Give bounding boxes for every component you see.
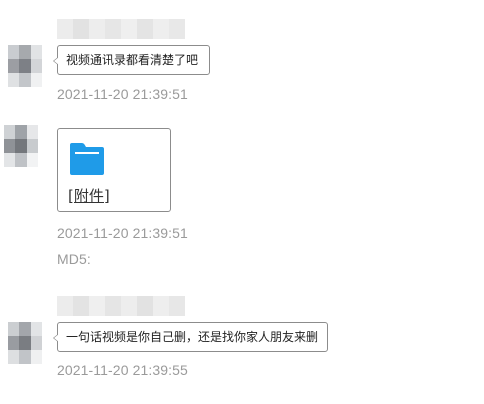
md5-label: MD5: [57,251,91,267]
message-bubble[interactable]: 一句话视频是你自己删，还是找你家人朋友来删 [53,322,328,352]
message-timestamp: 2021-11-20 21:39:51 [57,86,188,102]
folder-icon [70,143,104,175]
avatar[interactable] [8,322,42,364]
sender-name-redacted [57,296,185,316]
message-text: 视频通讯录都看清楚了吧 [66,53,199,67]
attachment-label[interactable]: [附件] [68,185,110,206]
avatar[interactable] [8,45,42,87]
message-text: 一句话视频是你自己删，还是找你家人朋友来删 [66,330,319,344]
message-bubble[interactable]: 视频通讯录都看清楚了吧 [53,45,210,75]
avatar[interactable] [4,125,38,167]
file-attachment-card[interactable]: [附件] [57,128,171,212]
sender-name-redacted [57,19,185,39]
message-timestamp: 2021-11-20 21:39:55 [57,362,188,378]
message-timestamp: 2021-11-20 21:39:51 [57,225,188,241]
